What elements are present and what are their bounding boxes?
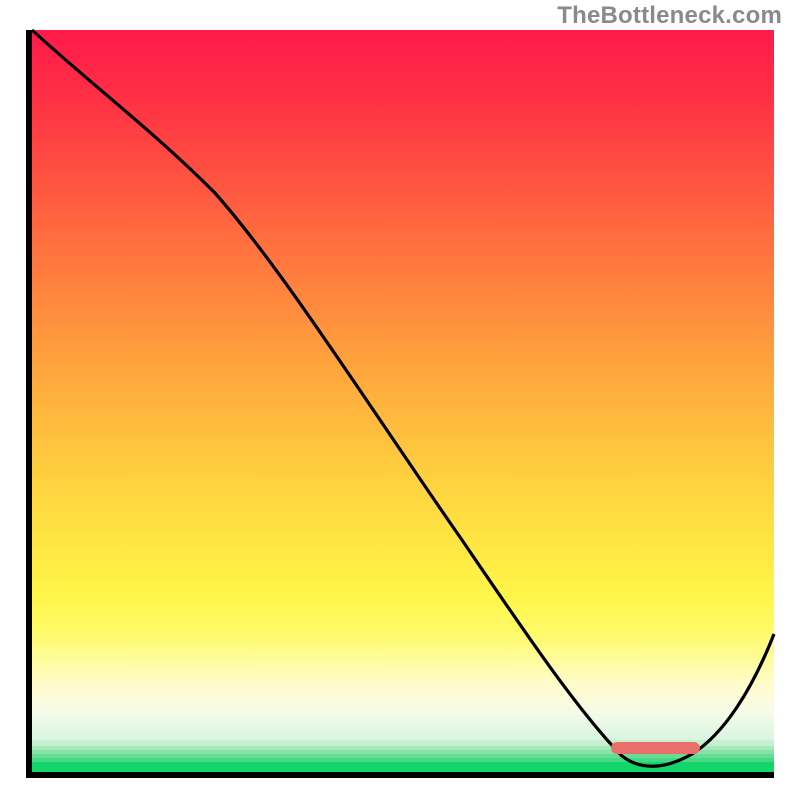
chart-line xyxy=(32,30,774,766)
watermark-text: TheBottleneck.com xyxy=(557,2,782,30)
chart-area xyxy=(26,30,774,778)
optimal-range-bar xyxy=(611,742,700,754)
chart-line-layer xyxy=(32,30,774,772)
